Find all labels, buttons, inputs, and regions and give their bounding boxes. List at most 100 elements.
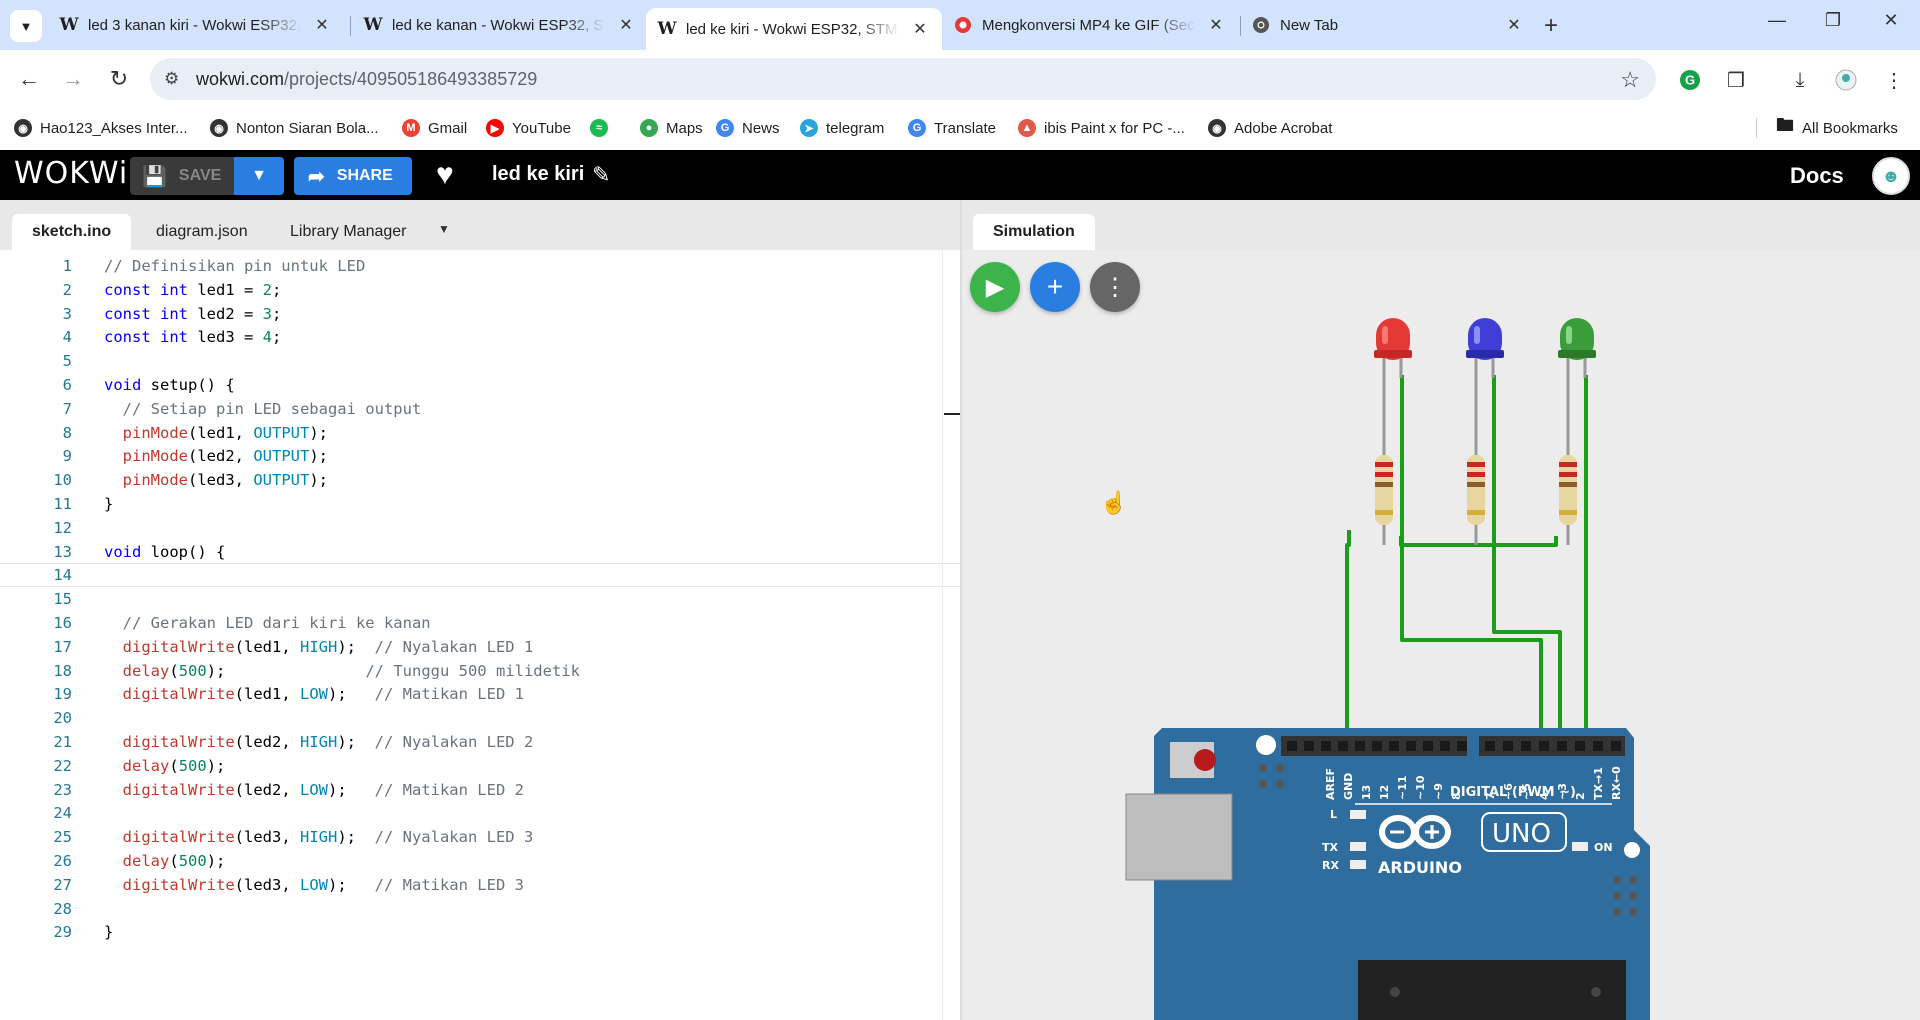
tab-library-manager[interactable]: Library Manager — [270, 214, 427, 250]
code-line[interactable]: 25 digitalWrite(led3, HIGH); // Nyalakan… — [0, 825, 960, 849]
close-icon[interactable]: ✕ — [1504, 15, 1524, 35]
code-line[interactable]: 21 digitalWrite(led2, HIGH); // Nyalakan… — [0, 730, 960, 754]
save-dropdown-button[interactable]: ▼ — [234, 157, 284, 195]
youtube-icon: ▶ — [486, 119, 504, 137]
tab-search-button[interactable]: ▼ — [10, 10, 42, 42]
code-line[interactable]: 17 digitalWrite(led1, HIGH); // Nyalakan… — [0, 635, 960, 659]
download-icon[interactable]: ⤓ — [1786, 66, 1814, 94]
wokwi-logo[interactable]: WOKWi — [14, 156, 128, 191]
code-editor[interactable]: 1 // Definisikan pin untuk LED 2 const int … — [0, 250, 960, 1020]
code-line[interactable]: 24 — [0, 801, 960, 825]
code-line[interactable]: 4 const int led3 = 4; — [0, 325, 960, 349]
tabs-dropdown-icon[interactable]: ▼ — [438, 222, 450, 236]
code-line[interactable]: 3 const int led2 = 3; — [0, 302, 960, 326]
window-close-icon[interactable]: ✕ — [1876, 10, 1906, 31]
extensions-icon[interactable]: ❒ — [1722, 66, 1750, 94]
bookmark-item[interactable]: ≈ — [590, 116, 608, 140]
code-line[interactable]: 19 digitalWrite(led1, LOW); // Matikan L… — [0, 682, 960, 706]
address-bar[interactable]: ⚙ wokwi.com/projects/409505186493385729 … — [150, 58, 1656, 100]
project-name[interactable]: led ke kiri — [492, 163, 584, 186]
profile-icon[interactable] — [1832, 66, 1860, 94]
menu-kebab-icon[interactable]: ⋮ — [1880, 66, 1908, 94]
code-line[interactable]: 16 // Gerakan LED dari kiri ke kanan — [0, 611, 960, 635]
led-red[interactable] — [1374, 318, 1412, 440]
close-icon[interactable]: ✕ — [616, 15, 636, 35]
pencil-icon[interactable]: ✎ — [592, 162, 610, 188]
code-text: delay(500); — [122, 852, 226, 870]
browser-tab-2[interactable]: W led ke kanan - Wokwi ESP32, ST ✕ — [352, 8, 648, 42]
save-button[interactable]: 💾 SAVE — [130, 157, 234, 195]
bookmark-item[interactable]: ◉ Adobe Acrobat — [1208, 116, 1332, 140]
site-info-icon[interactable]: ⚙ — [164, 69, 179, 89]
all-bookmarks[interactable]: 🖿 All Bookmarks — [1776, 115, 1898, 140]
circuit-canvas[interactable]: AREF GND 13 12 ~11 ~10 ~9 8 7 ~6 ~5 4 ~3 2 TX→1 RX←0 DI… — [962, 250, 1920, 1020]
pin-label: ~10 — [1414, 775, 1427, 800]
avatar[interactable]: ☻ — [1872, 157, 1910, 195]
heart-icon[interactable]: ♥ — [436, 158, 454, 192]
forward-icon[interactable]: → — [58, 66, 88, 92]
tab-sketch-ino[interactable]: sketch.ino — [12, 214, 132, 250]
code-line[interactable]: 8 pinMode(led1, OUTPUT); — [0, 421, 960, 445]
line-number: 16 — [53, 614, 72, 632]
code-line[interactable]: 5 — [0, 349, 960, 373]
back-icon[interactable]: ← — [14, 66, 44, 92]
code-line[interactable]: 11} — [0, 492, 960, 516]
restore-icon[interactable]: ❐ — [1818, 10, 1848, 31]
bookmark-item[interactable]: M Gmail — [402, 116, 467, 140]
code-line[interactable]: 6 void setup() { — [0, 373, 960, 397]
reload-icon[interactable]: ↻ — [104, 66, 134, 92]
pin-label: AREF — [1324, 768, 1337, 800]
browser-tab-4[interactable]: Mengkonversi MP4 ke GIF (Seca ✕ — [942, 8, 1238, 42]
tab-simulation[interactable]: Simulation — [973, 214, 1095, 250]
share-label: SHARE — [336, 167, 393, 184]
close-icon[interactable]: ✕ — [1206, 15, 1226, 35]
code-line[interactable]: 18 delay(500); // Tunggu 500 milidetik — [0, 659, 960, 683]
code-line[interactable]: 7 // Setiap pin LED sebagai output — [0, 397, 960, 421]
code-line[interactable]: 23 digitalWrite(led2, LOW); // Matikan L… — [0, 778, 960, 802]
code-line[interactable]: 29} — [0, 920, 960, 944]
code-line[interactable]: 15 — [0, 587, 960, 611]
wire-led2 — [1492, 375, 1562, 740]
bookmark-item[interactable]: ● Maps — [640, 116, 703, 140]
minimize-icon[interactable]: — — [1762, 10, 1792, 31]
docs-link[interactable]: Docs — [1790, 163, 1844, 189]
code-line[interactable]: 28 — [0, 897, 960, 921]
code-line[interactable]: 14 — [0, 563, 960, 588]
code-line[interactable]: 13 void loop() { — [0, 540, 960, 564]
code-line[interactable]: 26 delay(500); — [0, 849, 960, 873]
scrollbar-marker[interactable] — [944, 413, 960, 415]
code-line[interactable]: 27 digitalWrite(led3, LOW); // Matikan L… — [0, 873, 960, 897]
close-icon[interactable]: ✕ — [312, 15, 332, 35]
code-line[interactable]: 2 const int led1 = 2; — [0, 278, 960, 302]
browser-tab-1[interactable]: W led 3 kanan kiri - Wokwi ESP32, ✕ — [48, 8, 344, 42]
code-line[interactable]: 20 — [0, 706, 960, 730]
bookmark-star-icon[interactable]: ☆ — [1620, 67, 1640, 93]
browser-tab-5[interactable]: New Tab ✕ — [1240, 8, 1536, 42]
grammarly-icon[interactable]: G — [1676, 66, 1704, 94]
header-pin — [1557, 741, 1567, 751]
resistor-3[interactable] — [1559, 440, 1577, 545]
code-line[interactable]: 12 — [0, 516, 960, 540]
arduino-uno-board[interactable]: AREF GND 13 12 ~11 ~10 ~9 8 7 ~6 ~5 4 ~3 2 TX→1 RX←0 DI… — [1125, 728, 1650, 1020]
wokwi-favicon-icon: W — [363, 15, 383, 35]
code-line[interactable]: 1 // Definisikan pin untuk LED — [0, 254, 960, 278]
resistor-1[interactable] — [1375, 440, 1393, 545]
code-line[interactable]: 9 pinMode(led2, OUTPUT); — [0, 444, 960, 468]
bookmark-item[interactable]: ▶ YouTube — [486, 116, 571, 140]
led-green[interactable] — [1558, 318, 1596, 440]
bookmark-item[interactable]: G Translate — [908, 116, 996, 140]
bookmark-item[interactable]: G News — [716, 116, 780, 140]
resistor-2[interactable] — [1467, 440, 1485, 545]
share-button[interactable]: ➦ SHARE — [294, 157, 412, 195]
bookmark-item[interactable]: ◉ Hao123_Akses Inter... — [14, 116, 188, 140]
bookmark-item[interactable]: ◉ Nonton Siaran Bola... — [210, 116, 379, 140]
new-tab-button[interactable]: + — [1544, 12, 1558, 40]
bookmark-item[interactable]: ▲ ibis Paint x for PC -... — [1018, 116, 1185, 140]
code-line[interactable]: 22 delay(500); — [0, 754, 960, 778]
code-line[interactable]: 10 pinMode(led3, OUTPUT); — [0, 468, 960, 492]
led-blue[interactable] — [1466, 318, 1504, 440]
close-icon[interactable]: ✕ — [910, 19, 930, 39]
tab-diagram-json[interactable]: diagram.json — [136, 214, 268, 250]
browser-tab-3-active[interactable]: W led ke kiri - Wokwi ESP32, STM3 ✕ — [646, 8, 942, 50]
bookmark-item[interactable]: ➤ telegram — [800, 116, 884, 140]
